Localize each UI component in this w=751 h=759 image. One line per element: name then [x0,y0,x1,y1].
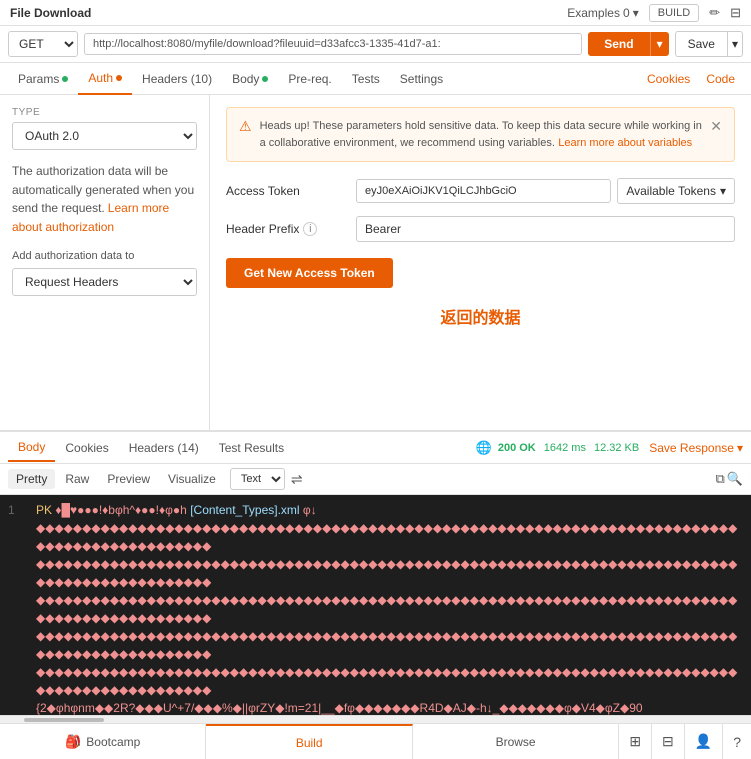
code-link[interactable]: Code [698,72,743,86]
chevron-down-icon: ▾ [633,6,639,20]
auth-dot [116,75,122,81]
header-prefix-input[interactable] [356,216,735,242]
access-token-label: Access Token [226,184,356,198]
status-size: 12.32 KB [594,442,639,454]
info-icon[interactable]: i [303,222,317,236]
wrap-icon[interactable]: ⇌ [291,471,303,488]
tab-auth[interactable]: Auth [78,63,132,95]
person-icon: 👤 [695,733,712,750]
format-tab-raw[interactable]: Raw [57,469,97,489]
globe-icon: 🌐 [476,440,492,456]
chevron-down-icon: ▾ [657,37,663,51]
body-dot [262,76,268,82]
edit-icon[interactable]: ✏ [709,5,720,21]
response-tab-body[interactable]: Body [8,434,55,462]
response-body: 1PK ♦█♥●●●!♦bφh^♦●●!♦φ●h [Content_Types]… [0,495,751,715]
chevron-down-icon: ▾ [737,441,743,455]
chevron-down-icon: ▾ [732,37,738,51]
bottom-browse[interactable]: Browse [413,724,619,759]
auth-dest-select[interactable]: Request Headers [12,268,197,296]
bottom-bootcamp[interactable]: 🎒 Bootcamp [0,724,206,759]
params-dot [62,76,68,82]
tab-prereq[interactable]: Pre-req. [278,64,341,94]
tab-params[interactable]: Params [8,64,78,94]
available-tokens-button[interactable]: Available Tokens ▾ [617,178,735,204]
search-icon[interactable]: 🔍 [727,471,743,487]
add-auth-label: Add authorization data to [12,250,197,262]
alert-link[interactable]: Learn more about variables [558,137,692,149]
bottom-grid[interactable]: ⊞ [619,724,652,759]
chevron-down-icon: ▾ [720,184,726,198]
format-tab-visualize[interactable]: Visualize [160,469,224,489]
save-response-button[interactable]: Save Response ▾ [649,441,743,455]
auth-description: The authorization data will be automatic… [12,162,197,236]
response-tab-headers[interactable]: Headers (14) [119,435,209,461]
tab-headers[interactable]: Headers (10) [132,64,222,94]
save-button[interactable]: Save [675,31,728,57]
tab-body[interactable]: Body [222,64,278,94]
response-tab-test-results[interactable]: Test Results [209,435,294,461]
grid-icon: ⊞ [629,733,641,750]
copy-icon[interactable]: ⧉ [716,471,725,487]
status-ok: 200 OK [498,442,536,454]
tab-tests[interactable]: Tests [342,64,390,94]
send-button[interactable]: Send [588,32,649,56]
url-input[interactable] [84,33,582,55]
bottom-person[interactable]: 👤 [685,724,723,759]
build-button[interactable]: BUILD [649,4,699,22]
cookies-link[interactable]: Cookies [639,72,698,86]
bootcamp-icon: 🎒 [65,734,81,750]
examples-button[interactable]: Examples 0 ▾ [567,6,639,20]
type-label: TYPE [12,107,197,118]
send-dropdown-button[interactable]: ▾ [650,32,669,56]
returned-data-label: 返回的数据 [226,304,735,328]
warning-icon: ⚠ [239,118,252,135]
format-tab-pretty[interactable]: Pretty [8,469,55,489]
status-time: 1642 ms [544,442,586,454]
method-select[interactable]: GET [8,31,78,57]
access-token-input[interactable] [356,179,611,203]
format-tab-preview[interactable]: Preview [99,469,158,489]
bottom-build[interactable]: Build [206,724,412,759]
layout-icon: ⊟ [662,733,674,750]
format-type-select[interactable]: Text [230,468,285,490]
save-dropdown-button[interactable]: ▾ [728,31,743,57]
header-prefix-label: Header Prefix [226,222,299,236]
tab-settings[interactable]: Settings [390,64,453,94]
bottom-layout[interactable]: ⊟ [652,724,685,759]
alert-close-button[interactable]: ✕ [710,118,722,135]
auth-type-select[interactable]: OAuth 2.0 [12,122,197,150]
layout-icon[interactable]: ⊟ [730,5,741,21]
response-tab-cookies[interactable]: Cookies [55,435,118,461]
get-new-token-button[interactable]: Get New Access Token [226,258,393,288]
question-icon: ? [733,734,741,750]
app-title: File Download [10,6,91,20]
bottom-help[interactable]: ? [723,724,751,759]
alert-box: ⚠ Heads up! These parameters hold sensit… [226,107,735,162]
